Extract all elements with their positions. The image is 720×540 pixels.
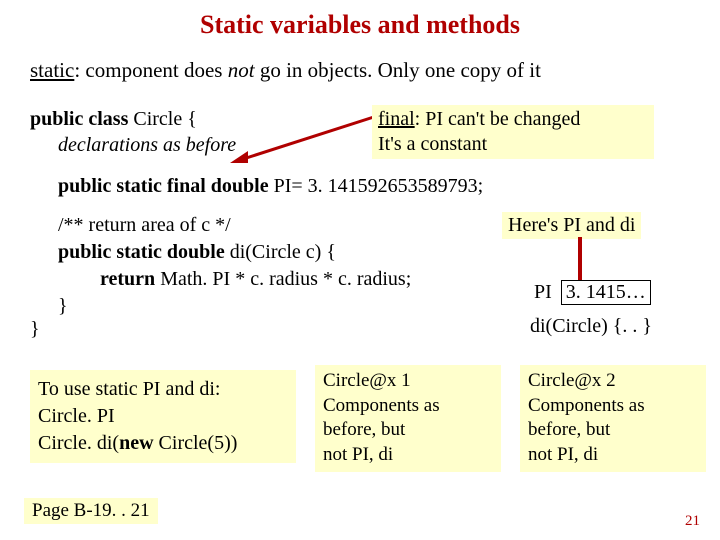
subtitle-mid: : component does (74, 58, 227, 82)
obj1-name: Circle@x 1 (323, 370, 411, 391)
decls-before: declarations as before (58, 134, 236, 156)
method-close: } (58, 295, 68, 317)
method-block: /** return area of c */ public static do… (58, 212, 518, 320)
final-desc-2: It's a constant (378, 133, 487, 155)
method-sig-kw: public static double (58, 241, 230, 263)
final-word: final (378, 108, 415, 130)
pi-value-box: PI 3. 1415… (530, 280, 670, 305)
pi-label: PI (530, 281, 556, 304)
public-class-kw: public class (30, 108, 133, 130)
class-close-brace: } (30, 318, 40, 341)
obj2-name: Circle@x 2 (528, 370, 616, 391)
usage-box: To use static PI and di: Circle. PI Circ… (30, 370, 296, 463)
subtitle: static: component does not go in objects… (30, 58, 690, 83)
pi-decl-rest: PI= 3. 141592653589793; (274, 175, 484, 197)
slide-title: Static variables and methods (0, 10, 720, 40)
pi-decl-kw: public static final double (58, 175, 274, 197)
usage-line-3c: Circle(5)) (159, 432, 238, 454)
obj1-l2: Components as (323, 395, 440, 416)
new-kw: new (119, 432, 158, 454)
static-word: static (30, 58, 74, 82)
connector-line (540, 235, 670, 285)
not-word: not (228, 58, 255, 82)
obj2-l2: Components as (528, 395, 645, 416)
pi-declaration: public static final double PI= 3. 141592… (58, 175, 578, 198)
usage-line-2: Circle. PI (38, 405, 115, 427)
arrow-to-final (230, 105, 390, 165)
final-desc-1: : PI can't be changed (415, 108, 581, 130)
return-expr: Math. PI * c. radius * c. radius; (160, 268, 411, 290)
object-box-1: Circle@x 1 Components as before, but not… (315, 365, 501, 472)
slide-number: 21 (685, 513, 700, 530)
pi-value: 3. 1415… (561, 280, 651, 305)
method-comment: /** return area of c */ (58, 214, 231, 236)
obj2-l3: before, but (528, 419, 610, 440)
di-signature-text: di(Circle) {. . } (530, 315, 652, 338)
usage-line-3a: Circle. di( (38, 432, 119, 454)
obj2-l4: not PI, di (528, 444, 598, 465)
slide: Static variables and methods static: com… (0, 0, 720, 540)
final-callout-box: final: PI can't be changed It's a consta… (372, 105, 654, 159)
object-box-2: Circle@x 2 Components as before, but not… (520, 365, 706, 472)
obj1-l3: before, but (323, 419, 405, 440)
method-sig-rest: di(Circle c) { (230, 241, 336, 263)
return-kw: return (100, 268, 160, 290)
usage-line-1: To use static PI and di: (38, 378, 220, 400)
page-reference: Page B-19. . 21 (24, 498, 158, 524)
class-name: Circle { (133, 108, 196, 130)
subtitle-end: go in objects. Only one copy of it (255, 58, 541, 82)
obj1-l4: not PI, di (323, 444, 393, 465)
